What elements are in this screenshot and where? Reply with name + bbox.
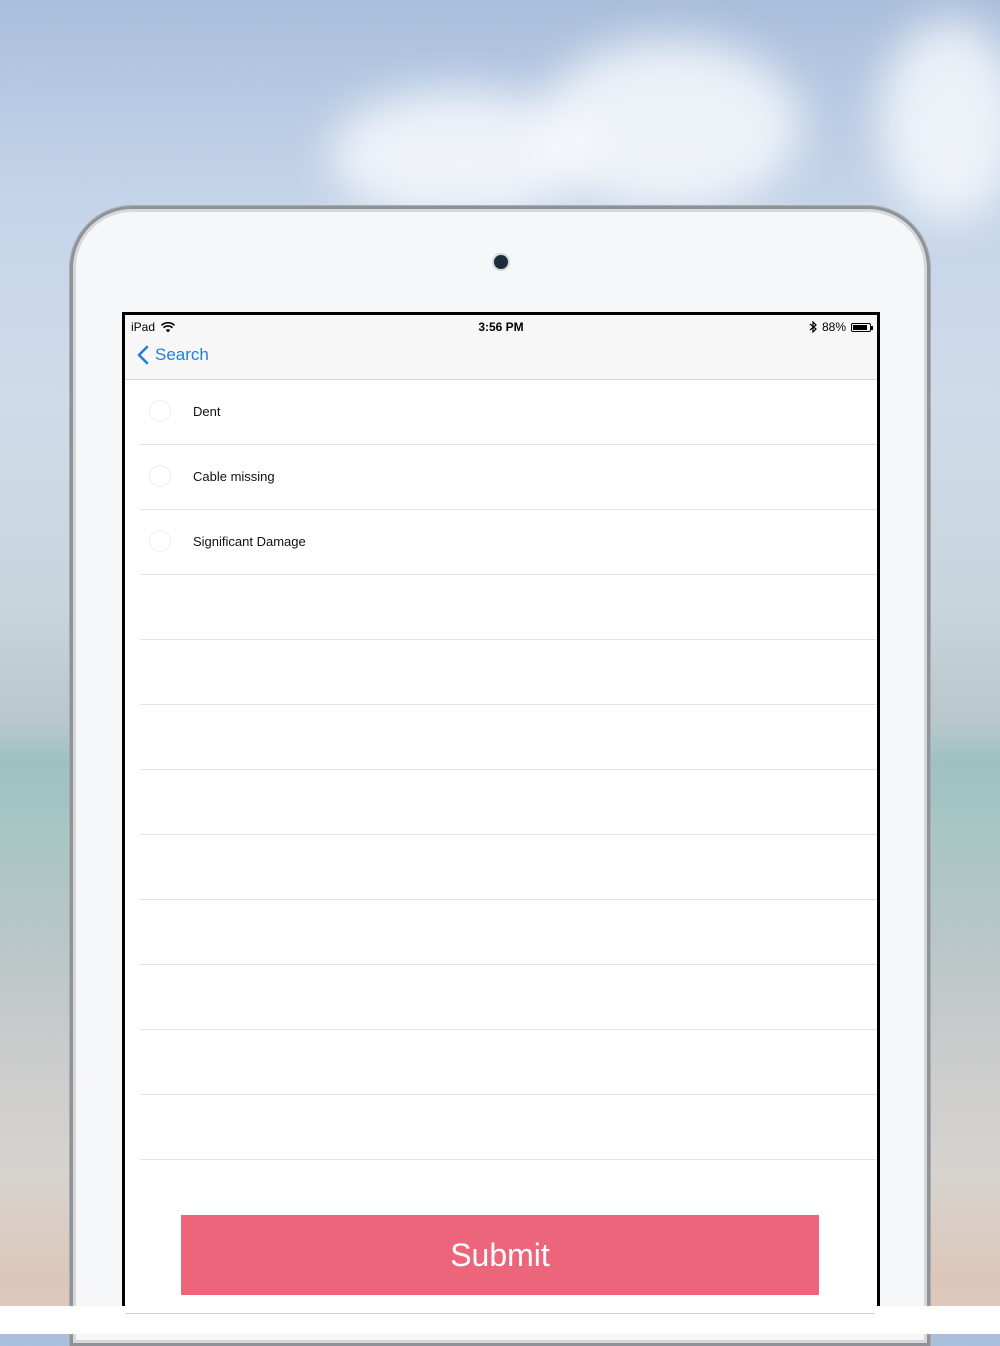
cloud [540, 40, 800, 210]
list-item [125, 575, 877, 640]
status-bar: iPad 3:56 PM 88% [125, 315, 877, 337]
list-item[interactable]: Dent [125, 380, 877, 445]
battery-fill [853, 324, 868, 330]
back-button-label: Search [155, 345, 209, 364]
list-item [125, 965, 877, 1030]
chevron-left-icon [137, 345, 149, 365]
battery-percent: 88% [821, 320, 846, 334]
list-item [125, 835, 877, 900]
navigation-bar: Search [125, 337, 877, 380]
radio-button[interactable] [149, 530, 171, 552]
submit-button[interactable]: Submit [181, 1215, 819, 1295]
radio-button[interactable] [149, 400, 171, 422]
list-item [125, 705, 877, 770]
status-time: 3:56 PM [478, 320, 524, 334]
cloud [880, 20, 1000, 220]
screen: iPad 3:56 PM 88% Search Dent Cable missi… [122, 312, 880, 1312]
back-button[interactable]: Search [137, 345, 209, 365]
app-screen: iPad 3:56 PM 88% Search Dent Cable missi… [125, 315, 877, 1312]
damage-options-list: Dent Cable missing Significant Damage [125, 380, 877, 1160]
list-item [125, 1030, 877, 1095]
list-item [125, 770, 877, 835]
list-item-label: Cable missing [193, 469, 275, 484]
list-item[interactable]: Significant Damage [125, 510, 877, 575]
list-item [125, 900, 877, 965]
list-item[interactable]: Cable missing [125, 445, 877, 510]
camera-icon [494, 255, 508, 269]
bluetooth-icon [809, 321, 817, 333]
list-item [125, 1095, 877, 1160]
radio-button[interactable] [149, 465, 171, 487]
battery-icon [851, 322, 873, 332]
list-item [125, 640, 877, 705]
list-item-label: Significant Damage [193, 534, 306, 549]
bottom-divider [125, 1313, 875, 1314]
list-item-label: Dent [193, 404, 221, 419]
page-bottom [0, 1306, 1000, 1334]
status-right: 88% [809, 320, 873, 334]
